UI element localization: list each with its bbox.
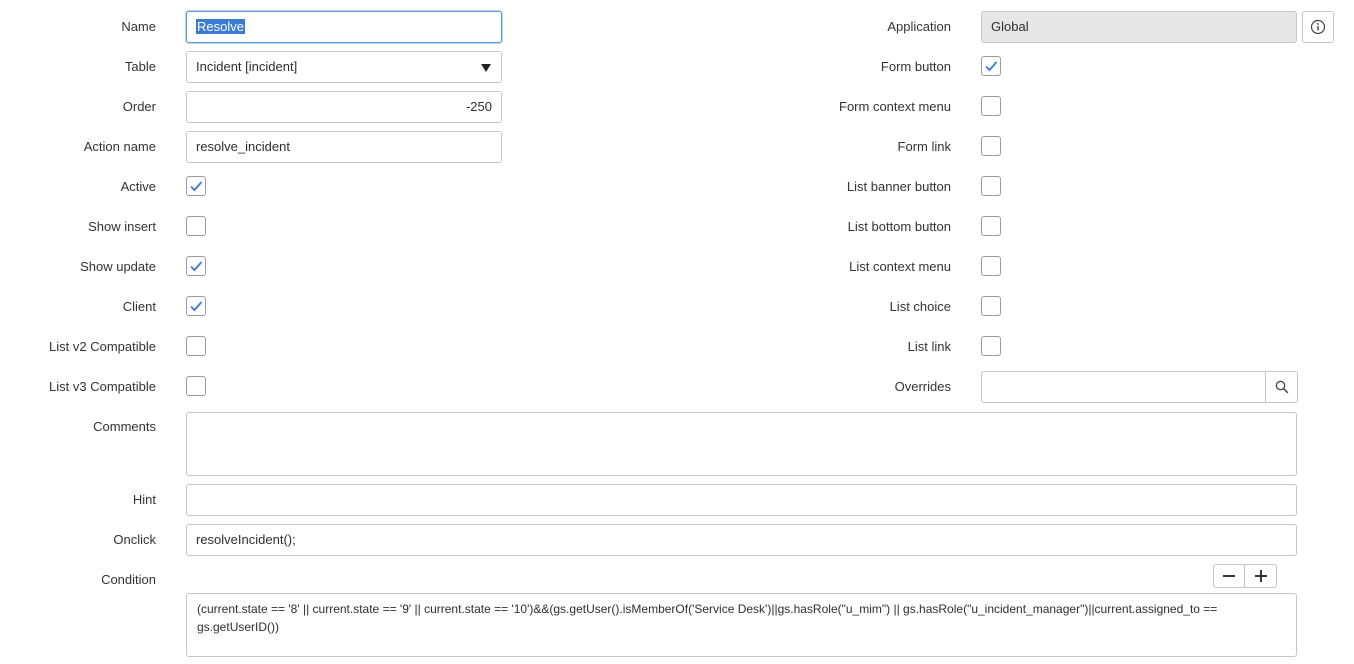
overrides-input[interactable] (981, 371, 1298, 403)
condition-label: Condition (101, 572, 156, 587)
onclick-label: Onclick (113, 532, 156, 547)
condition-resize-buttons (1213, 564, 1277, 588)
search-icon (1275, 380, 1289, 394)
condition-line-2: gs.getUserID()) (197, 620, 280, 634)
form-context-menu-checkbox[interactable] (981, 96, 1001, 116)
form-context-menu-label: Form context menu (839, 99, 951, 114)
expand-button[interactable] (1246, 565, 1276, 587)
list-bottom-button-label: List bottom button (847, 219, 951, 234)
info-button[interactable] (1302, 11, 1334, 43)
comments-textarea[interactable] (186, 412, 1297, 476)
application-label: Application (887, 19, 951, 34)
list-choice-checkbox[interactable] (981, 296, 1001, 316)
list-choice-label: List choice (889, 299, 951, 314)
minus-icon (1223, 575, 1235, 577)
list-link-checkbox[interactable] (981, 336, 1001, 356)
plus-icon (1255, 570, 1267, 582)
overrides-label: Overrides (894, 379, 951, 394)
list-context-menu-checkbox[interactable] (981, 256, 1001, 276)
hint-input[interactable] (186, 484, 1297, 516)
list-bottom-button-checkbox[interactable] (981, 216, 1001, 236)
form-button-label: Form button (880, 59, 951, 74)
condition-line-1: (current.state == '8' || current.state =… (197, 602, 1218, 616)
hint-label: Hint (132, 492, 156, 507)
info-icon (1310, 19, 1326, 35)
comments-label: Comments (93, 419, 156, 434)
form-link-checkbox[interactable] (981, 136, 1001, 156)
form-button-checkbox[interactable] (981, 56, 1001, 76)
onclick-input[interactable]: resolveIncident(); (186, 524, 1297, 556)
form-link-label: Form link (897, 139, 951, 154)
collapse-button[interactable] (1214, 565, 1245, 587)
condition-textarea[interactable]: (current.state == '8' || current.state =… (186, 593, 1297, 657)
onclick-value: resolveIncident(); (196, 532, 296, 547)
list-banner-button-checkbox[interactable] (981, 176, 1001, 196)
application-input: Global (981, 11, 1297, 43)
application-value: Global (991, 19, 1029, 34)
list-link-label: List link (907, 339, 951, 354)
overrides-search-button[interactable] (1265, 372, 1297, 402)
list-banner-button-label: List banner button (846, 179, 951, 194)
list-context-menu-label: List context menu (849, 259, 951, 274)
check-icon (985, 61, 998, 72)
